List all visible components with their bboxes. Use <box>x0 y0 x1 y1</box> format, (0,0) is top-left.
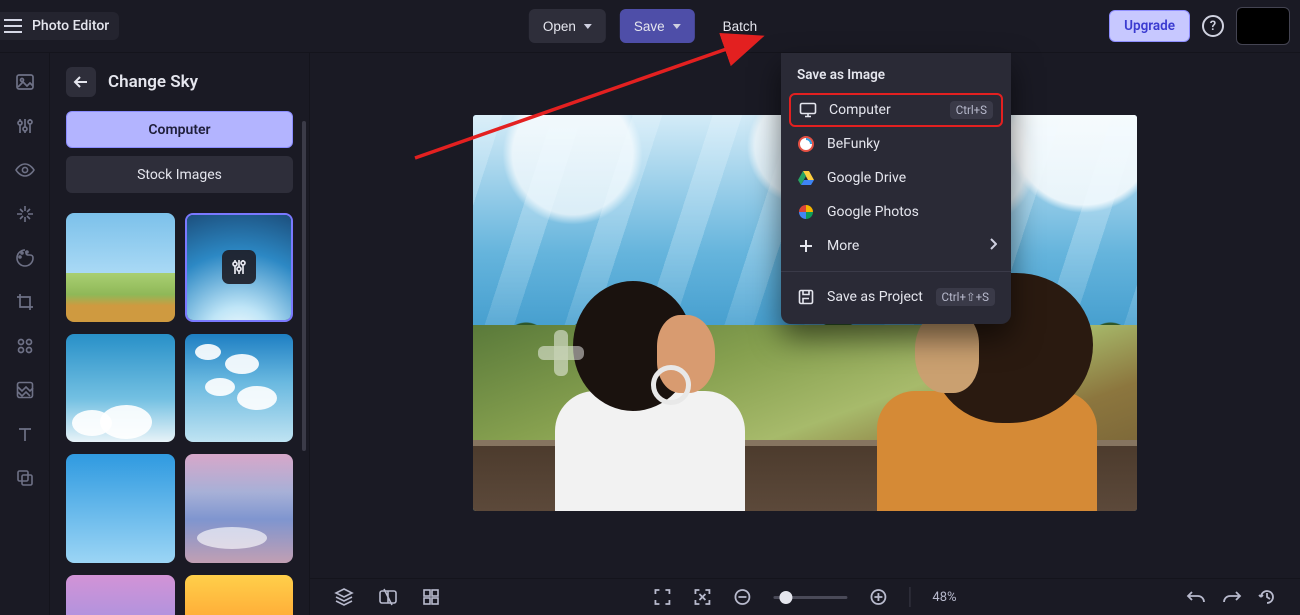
zoom-in-icon[interactable] <box>869 588 887 606</box>
monitor-icon <box>799 101 817 119</box>
grid-view-icon[interactable] <box>422 588 440 606</box>
save-gphotos-label: Google Photos <box>827 204 919 220</box>
open-label: Open <box>543 19 576 34</box>
app-title-chip[interactable]: Photo Editor <box>0 12 119 40</box>
separator <box>909 587 910 607</box>
chevron-down-icon <box>673 24 681 29</box>
sky-thumb-clouds[interactable] <box>185 334 294 443</box>
segment-computer[interactable]: Computer <box>66 111 293 148</box>
save-project-label: Save as Project <box>827 289 923 305</box>
segment-stock-label: Stock Images <box>137 167 222 183</box>
save-to-gphotos[interactable]: Google Photos <box>781 195 1011 229</box>
sparkle-tool-icon[interactable] <box>14 203 36 225</box>
zoom-number: 48 <box>932 590 947 605</box>
save-computer-label: Computer <box>829 102 891 118</box>
adjust-tool-icon[interactable] <box>14 115 36 137</box>
help-button[interactable]: ? <box>1202 15 1224 37</box>
zoom-suffix: % <box>947 590 957 605</box>
plus-icon <box>797 237 815 255</box>
hamburger-icon <box>4 19 22 33</box>
save-computer-shortcut: Ctrl+S <box>950 101 993 119</box>
save-more[interactable]: More <box>781 229 1011 263</box>
save-button[interactable]: Save <box>620 9 695 43</box>
befunky-icon <box>797 135 815 153</box>
layers-icon[interactable] <box>334 587 354 607</box>
save-as-project[interactable]: Save as Project Ctrl+⇧+S <box>781 280 1011 314</box>
save-project-shortcut: Ctrl+⇧+S <box>936 288 995 306</box>
zoom-out-icon[interactable] <box>733 588 751 606</box>
history-icon[interactable] <box>1258 588 1276 606</box>
zoom-value[interactable]: 48% <box>932 590 956 605</box>
tool-rail <box>0 53 50 615</box>
watermark-icon <box>511 303 611 403</box>
eye-tool-icon[interactable] <box>14 159 36 181</box>
sky-thumb-clouds-big[interactable] <box>66 334 175 443</box>
palette-tool-icon[interactable] <box>14 247 36 269</box>
sky-thumb-rays[interactable] <box>185 213 294 322</box>
save-project-icon <box>797 288 815 306</box>
save-to-befunky[interactable]: BeFunky <box>781 127 1011 161</box>
open-button[interactable]: Open <box>529 9 606 43</box>
save-section-title: Save as Image <box>781 65 1011 93</box>
adjust-chip-icon[interactable] <box>222 250 256 284</box>
actual-size-icon[interactable] <box>693 588 711 606</box>
text-tool-icon[interactable] <box>14 423 36 445</box>
sky-thumb-original[interactable] <box>66 213 175 322</box>
undo-icon[interactable] <box>1186 589 1206 605</box>
layers-tool-icon[interactable] <box>14 467 36 489</box>
upgrade-button[interactable]: Upgrade <box>1109 10 1190 42</box>
upgrade-label: Upgrade <box>1124 18 1175 34</box>
menu-separator <box>781 271 1011 272</box>
sky-thumb-pink[interactable] <box>185 454 294 563</box>
panel-title: Change Sky <box>108 72 198 92</box>
google-drive-icon <box>797 169 815 187</box>
texture-tool-icon[interactable] <box>14 379 36 401</box>
batch-label: Batch <box>723 19 758 34</box>
segment-stock[interactable]: Stock Images <box>66 156 293 193</box>
redo-icon[interactable] <box>1222 589 1242 605</box>
app-title: Photo Editor <box>32 18 109 34</box>
save-to-gdrive[interactable]: Google Drive <box>781 161 1011 195</box>
sky-thumbnail-grid <box>66 213 293 615</box>
shapes-tool-icon[interactable] <box>14 335 36 357</box>
save-label: Save <box>634 19 665 34</box>
zoom-slider[interactable] <box>773 596 847 599</box>
bottom-bar: 48% <box>310 578 1300 615</box>
sky-thumb-clear[interactable] <box>66 454 175 563</box>
crop-tool-icon[interactable] <box>14 291 36 313</box>
fit-screen-icon[interactable] <box>653 588 671 606</box>
sky-thumb-orange[interactable] <box>185 575 294 615</box>
chevron-right-icon <box>989 238 997 254</box>
save-dropdown: Save as Image Computer Ctrl+S BeFunky Go… <box>781 53 1011 324</box>
segment-computer-label: Computer <box>148 122 210 138</box>
save-more-label: More <box>827 238 859 254</box>
back-button[interactable] <box>66 67 96 97</box>
save-to-computer[interactable]: Computer Ctrl+S <box>789 93 1003 127</box>
batch-button[interactable]: Batch <box>709 9 772 43</box>
save-gdrive-label: Google Drive <box>827 170 906 186</box>
save-befunky-label: BeFunky <box>827 136 880 152</box>
compare-icon[interactable] <box>378 587 398 607</box>
google-photos-icon <box>797 203 815 221</box>
image-tool-icon[interactable] <box>14 71 36 93</box>
sky-thumb-violet[interactable] <box>66 575 175 615</box>
side-panel: Change Sky Computer Stock Images <box>50 53 310 615</box>
account-avatar[interactable] <box>1236 7 1290 45</box>
chevron-down-icon <box>584 24 592 29</box>
